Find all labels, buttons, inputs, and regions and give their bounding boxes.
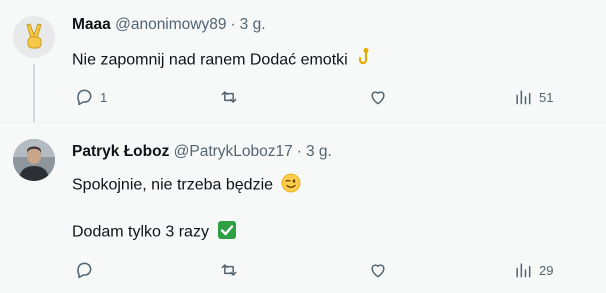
reply-icon [77,262,92,279]
separator-dot: · [296,143,302,160]
tweet-header: Maaa @anonimowy89 · 3 g. [72,16,266,34]
author-name[interactable]: Patryk Łoboz [72,143,169,160]
views-chart-icon [516,90,531,105]
tweet-text: Nie zapomnij nad ranem Dodać emotki [72,48,374,73]
retweet-icon [221,264,237,276]
tweet-text-content: Nie zapomnij nad ranem Dodać emotki [72,51,348,69]
thread-connector-line [33,64,35,128]
timestamp[interactable]: 3 g. [306,143,332,160]
avatar[interactable] [13,16,55,58]
winking-face-icon [281,173,301,198]
tweet-text-line-2: Dodam tylko 3 razy [72,220,237,245]
retweet-icon [221,91,237,103]
action-bar: 1 51 [72,86,572,108]
tweet-text-line-1: Spokojnie, nie trzeba będzie [72,173,301,198]
heart-icon [371,91,385,105]
author-handle[interactable]: @PatrykLoboz17 [174,143,293,160]
retweet-button[interactable] [219,86,245,108]
like-button[interactable] [368,259,394,281]
author-name[interactable]: Maaa [72,16,111,33]
retweet-button[interactable] [219,259,245,281]
hook-icon [356,48,374,73]
reply-button[interactable]: 1 [74,86,107,108]
views-count: 51 [539,89,554,105]
heart-icon [371,264,385,278]
reply-button[interactable] [74,259,100,281]
views-count: 29 [539,262,554,278]
profile-photo-icon [13,139,55,181]
views-button[interactable]: 29 [513,259,553,281]
timestamp[interactable]: 3 g. [240,16,266,33]
tweet-text-content: Dodam tylko 3 razy [72,223,209,241]
check-mark-button-icon [217,220,237,245]
tweet-text-content: Spokojnie, nie trzeba będzie [72,176,274,194]
views-button[interactable]: 51 [513,86,553,108]
tweet-2[interactable]: Patryk Łoboz @PatrykLoboz17 · 3 g. Spokojn… [0,122,606,293]
victory-hand-icon [13,16,55,58]
like-button[interactable] [368,86,394,108]
tweet-header: Patryk Łoboz @PatrykLoboz17 · 3 g. [72,143,332,161]
author-handle[interactable]: @anonimowy89 [115,16,226,33]
action-bar: 29 [72,259,572,281]
reply-icon [77,89,92,106]
separator-dot: · [230,16,236,33]
reply-count: 1 [100,89,108,105]
views-chart-icon [516,263,531,278]
tweet-1[interactable]: Maaa @anonimowy89 · 3 g. Nie zapomnij nad … [0,0,606,128]
avatar[interactable] [13,139,55,181]
